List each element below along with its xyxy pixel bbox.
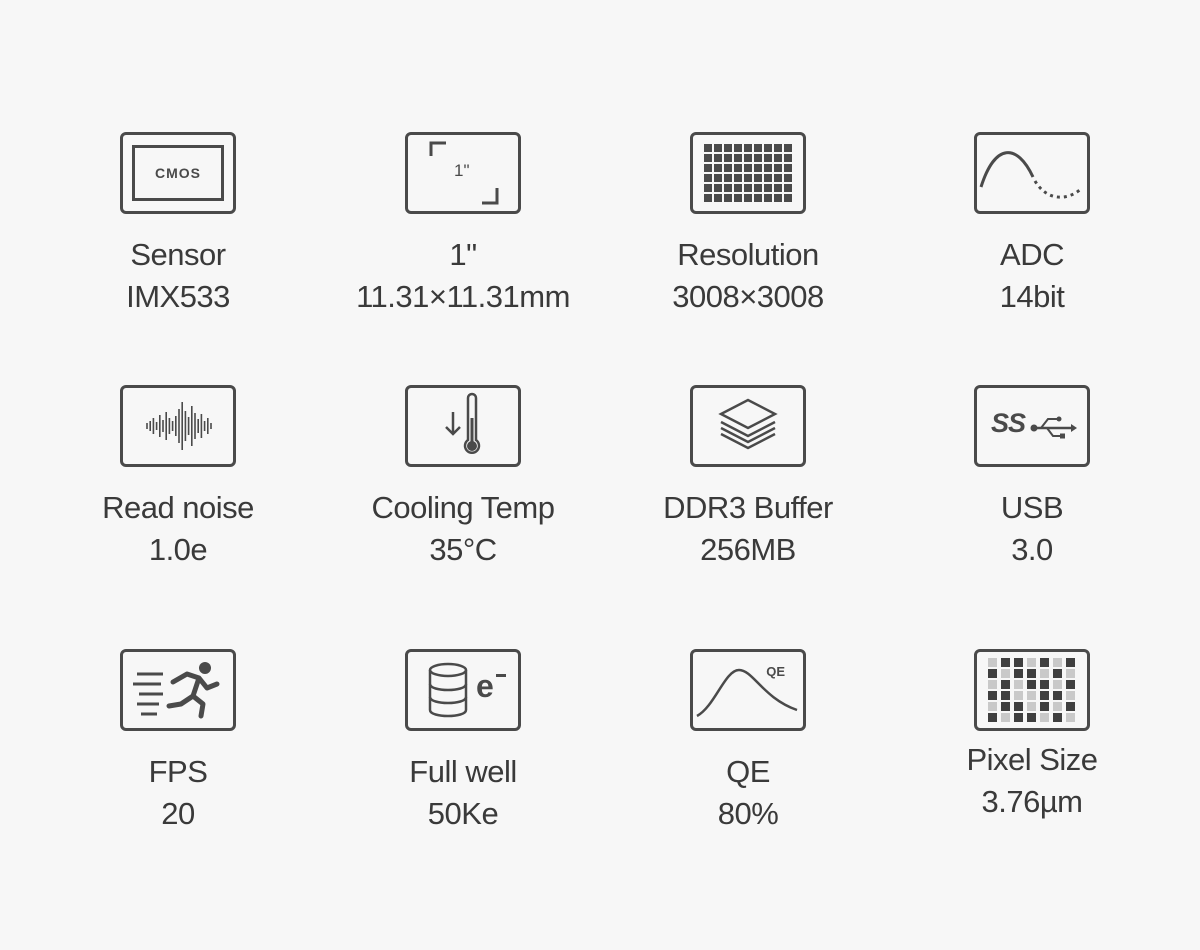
spec-label: Pixel Size [966,742,1098,777]
spec-ddr3-buffer: DDR3 Buffer 256MB [618,385,878,571]
spec-value: 3.0 [1011,532,1053,567]
spec-label: ADC [1000,237,1064,272]
spec-label: Sensor [130,237,226,272]
pixel-pattern-icon [974,649,1090,731]
spec-value: IMX533 [126,279,230,314]
spec-resolution: Resolution 3008×3008 [618,132,878,318]
layers-icon [690,385,806,467]
thermometer-icon [405,385,521,467]
spec-adc: ADC 14bit [902,132,1162,318]
spec-value: 3008×3008 [672,279,824,314]
spec-qe: QE QE 80% [618,649,878,835]
sensor-size-icon: 1" [405,132,521,214]
spec-value: 14bit [999,279,1065,314]
spec-label: DDR3 Buffer [663,490,833,525]
spec-read-noise: Read noise 1.0e [48,385,308,571]
spec-label: QE [726,754,770,789]
spec-sensor-size: 1" 1" 11.31×11.31mm [333,132,593,318]
electron-symbol-text: e [476,668,494,704]
spec-value: 50Ke [427,796,499,831]
spec-sensor: CMOS Sensor IMX533 [48,132,308,318]
spec-value: 20 [161,796,195,831]
sensor-size-text: 1" [454,161,470,180]
spec-label: Resolution [677,237,819,272]
database-electron-icon: e [405,649,521,731]
spec-value: 1.0e [148,532,208,567]
qe-curve-icon: QE [690,649,806,731]
spec-cooling-temp: Cooling Temp 35°C [333,385,593,571]
spec-label: Cooling Temp [371,490,555,525]
spec-label: USB [1000,490,1064,525]
spec-usb: SS USB 3.0 [902,385,1162,571]
spec-value: 3.76µm [981,784,1083,819]
cmos-chip-icon: CMOS [120,132,236,214]
spec-value: 256MB [700,532,796,567]
spec-value: 35°C [429,532,497,567]
spec-value: 80% [717,796,779,831]
spec-full-well: e Full well 50Ke [333,649,593,835]
running-man-icon [120,649,236,731]
spec-label: Full well [409,754,517,789]
pixel-grid-icon [690,132,806,214]
spec-label: FPS [148,754,208,789]
qe-icon-text: QE [766,664,785,679]
spec-pixel-size: Pixel Size 3.76µm [902,643,1162,823]
sound-wave-icon [120,385,236,467]
usb-ss-icon: SS [974,385,1090,467]
cmos-chip-text: CMOS [132,145,224,201]
spec-value: 11.31×11.31mm [356,279,570,314]
spec-label: 1" [449,237,477,272]
sine-wave-icon [974,132,1090,214]
spec-label: Read noise [102,490,254,525]
spec-fps: FPS 20 [48,649,308,835]
electron-minus-sign [496,674,506,677]
